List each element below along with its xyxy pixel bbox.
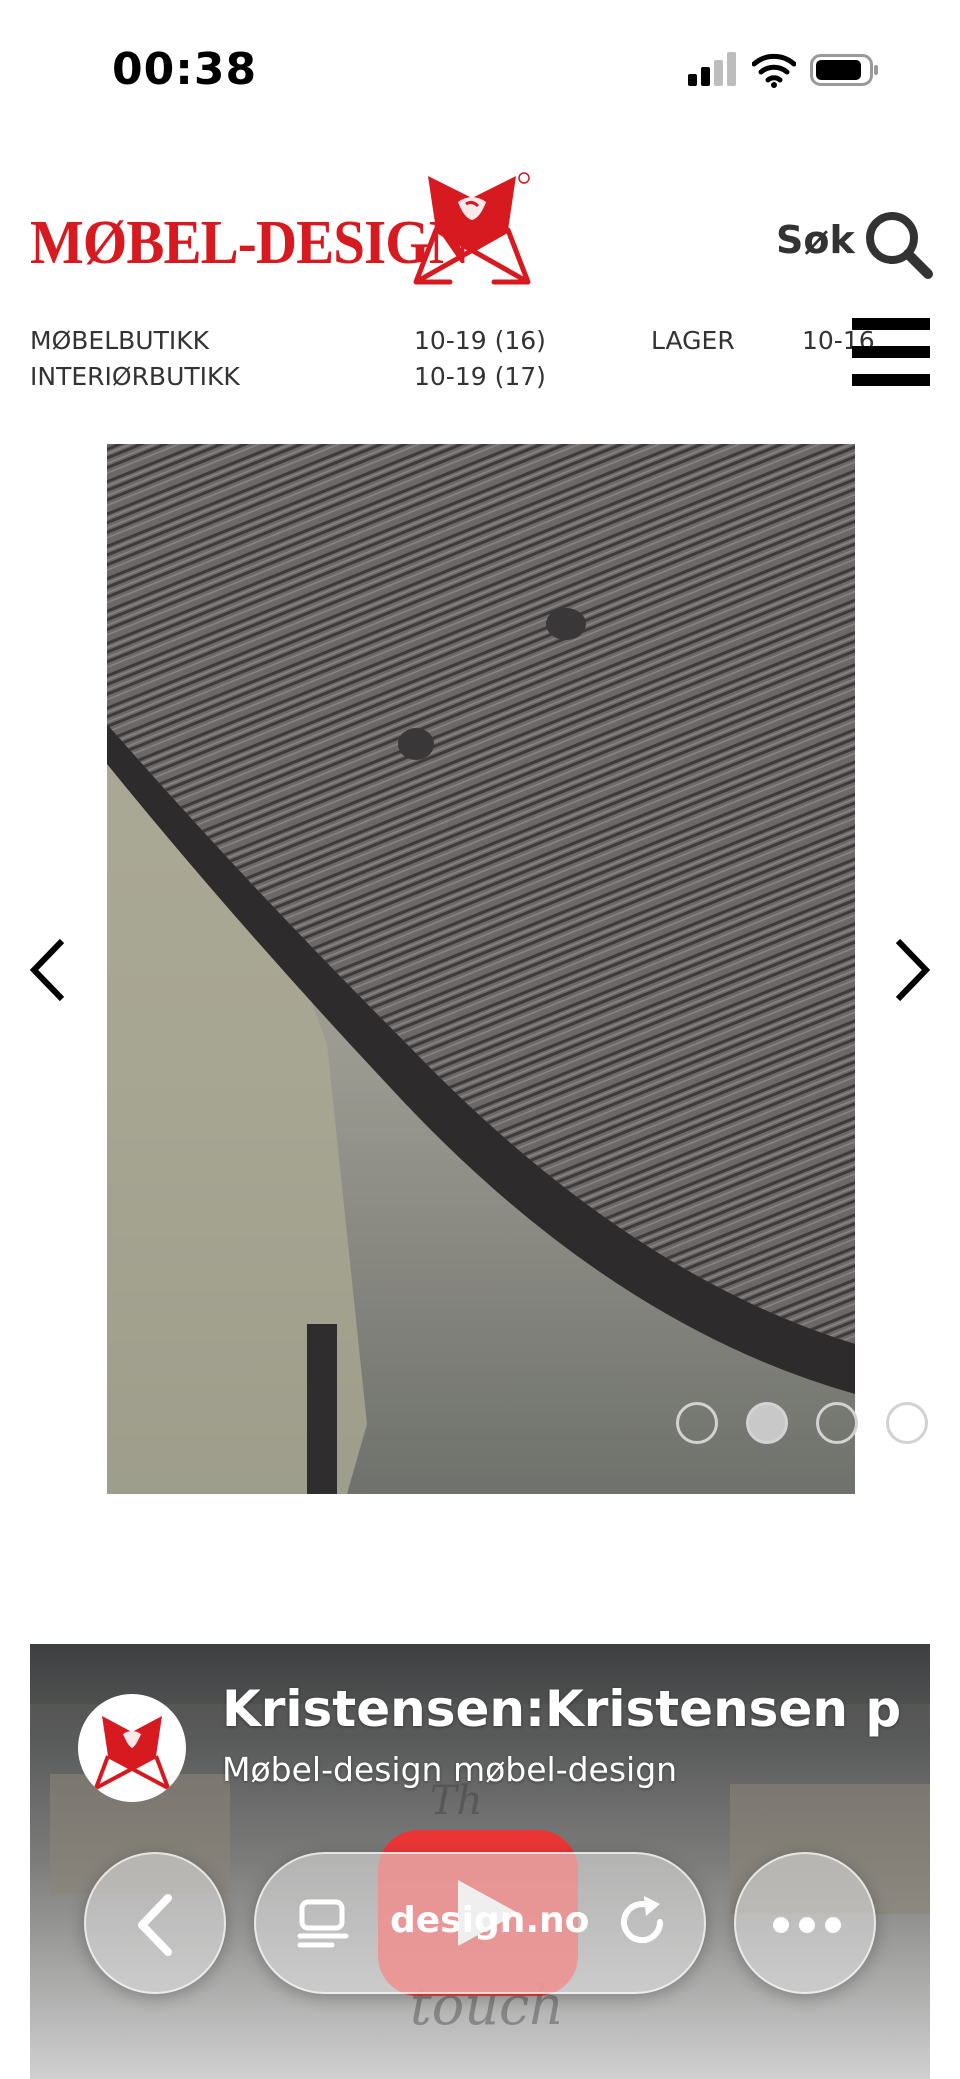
video-channel-name[interactable]: Møbel-design møbel-design [222, 1750, 677, 1789]
cellular-signal-icon [688, 52, 736, 86]
hours-interior-store-label: INTERIØRBUTIKK [30, 362, 240, 391]
video-title[interactable]: Kristensen:Kristensen pres [222, 1680, 902, 1738]
back-chevron-icon [138, 1894, 172, 1956]
product-image-carousel[interactable] [107, 444, 855, 1494]
search-label[interactable]: Søk [776, 218, 855, 262]
browser-url-text[interactable]: design.no [390, 1900, 589, 1941]
carousel-next-arrow-icon[interactable] [886, 935, 936, 1005]
reader-mode-icon[interactable] [296, 1898, 352, 1948]
butterfly-chair-logo-icon [413, 172, 531, 285]
carousel-dot-1[interactable] [676, 1402, 718, 1444]
butterfly-chair-logo-icon [94, 1716, 170, 1790]
hours-interior-store-value: 10-19 (17) [414, 362, 546, 391]
browser-more-button[interactable] [734, 1852, 876, 1994]
carousel-dot-4[interactable] [886, 1402, 928, 1444]
carousel-prev-arrow-icon[interactable] [24, 935, 74, 1005]
status-time: 00:38 [112, 44, 258, 95]
search-icon[interactable] [862, 208, 934, 280]
browser-back-button[interactable] [84, 1852, 226, 1994]
hamburger-menu-icon[interactable] [852, 318, 930, 386]
hours-warehouse-label: LAGER [651, 326, 735, 355]
reload-icon[interactable] [614, 1894, 670, 1950]
channel-avatar[interactable] [78, 1694, 186, 1802]
battery-icon [810, 54, 878, 86]
wood-table-photo [107, 444, 855, 1494]
brand-logo[interactable]: MØBEL-DESIGN [30, 170, 531, 290]
more-dots-icon [773, 1917, 841, 1933]
hours-furniture-store-label: MØBELBUTIKK [30, 326, 210, 355]
wifi-icon [752, 53, 796, 88]
carousel-dot-2[interactable] [746, 1402, 788, 1444]
hours-furniture-store-value: 10-19 (16) [414, 326, 546, 355]
carousel-dot-3[interactable] [816, 1402, 858, 1444]
